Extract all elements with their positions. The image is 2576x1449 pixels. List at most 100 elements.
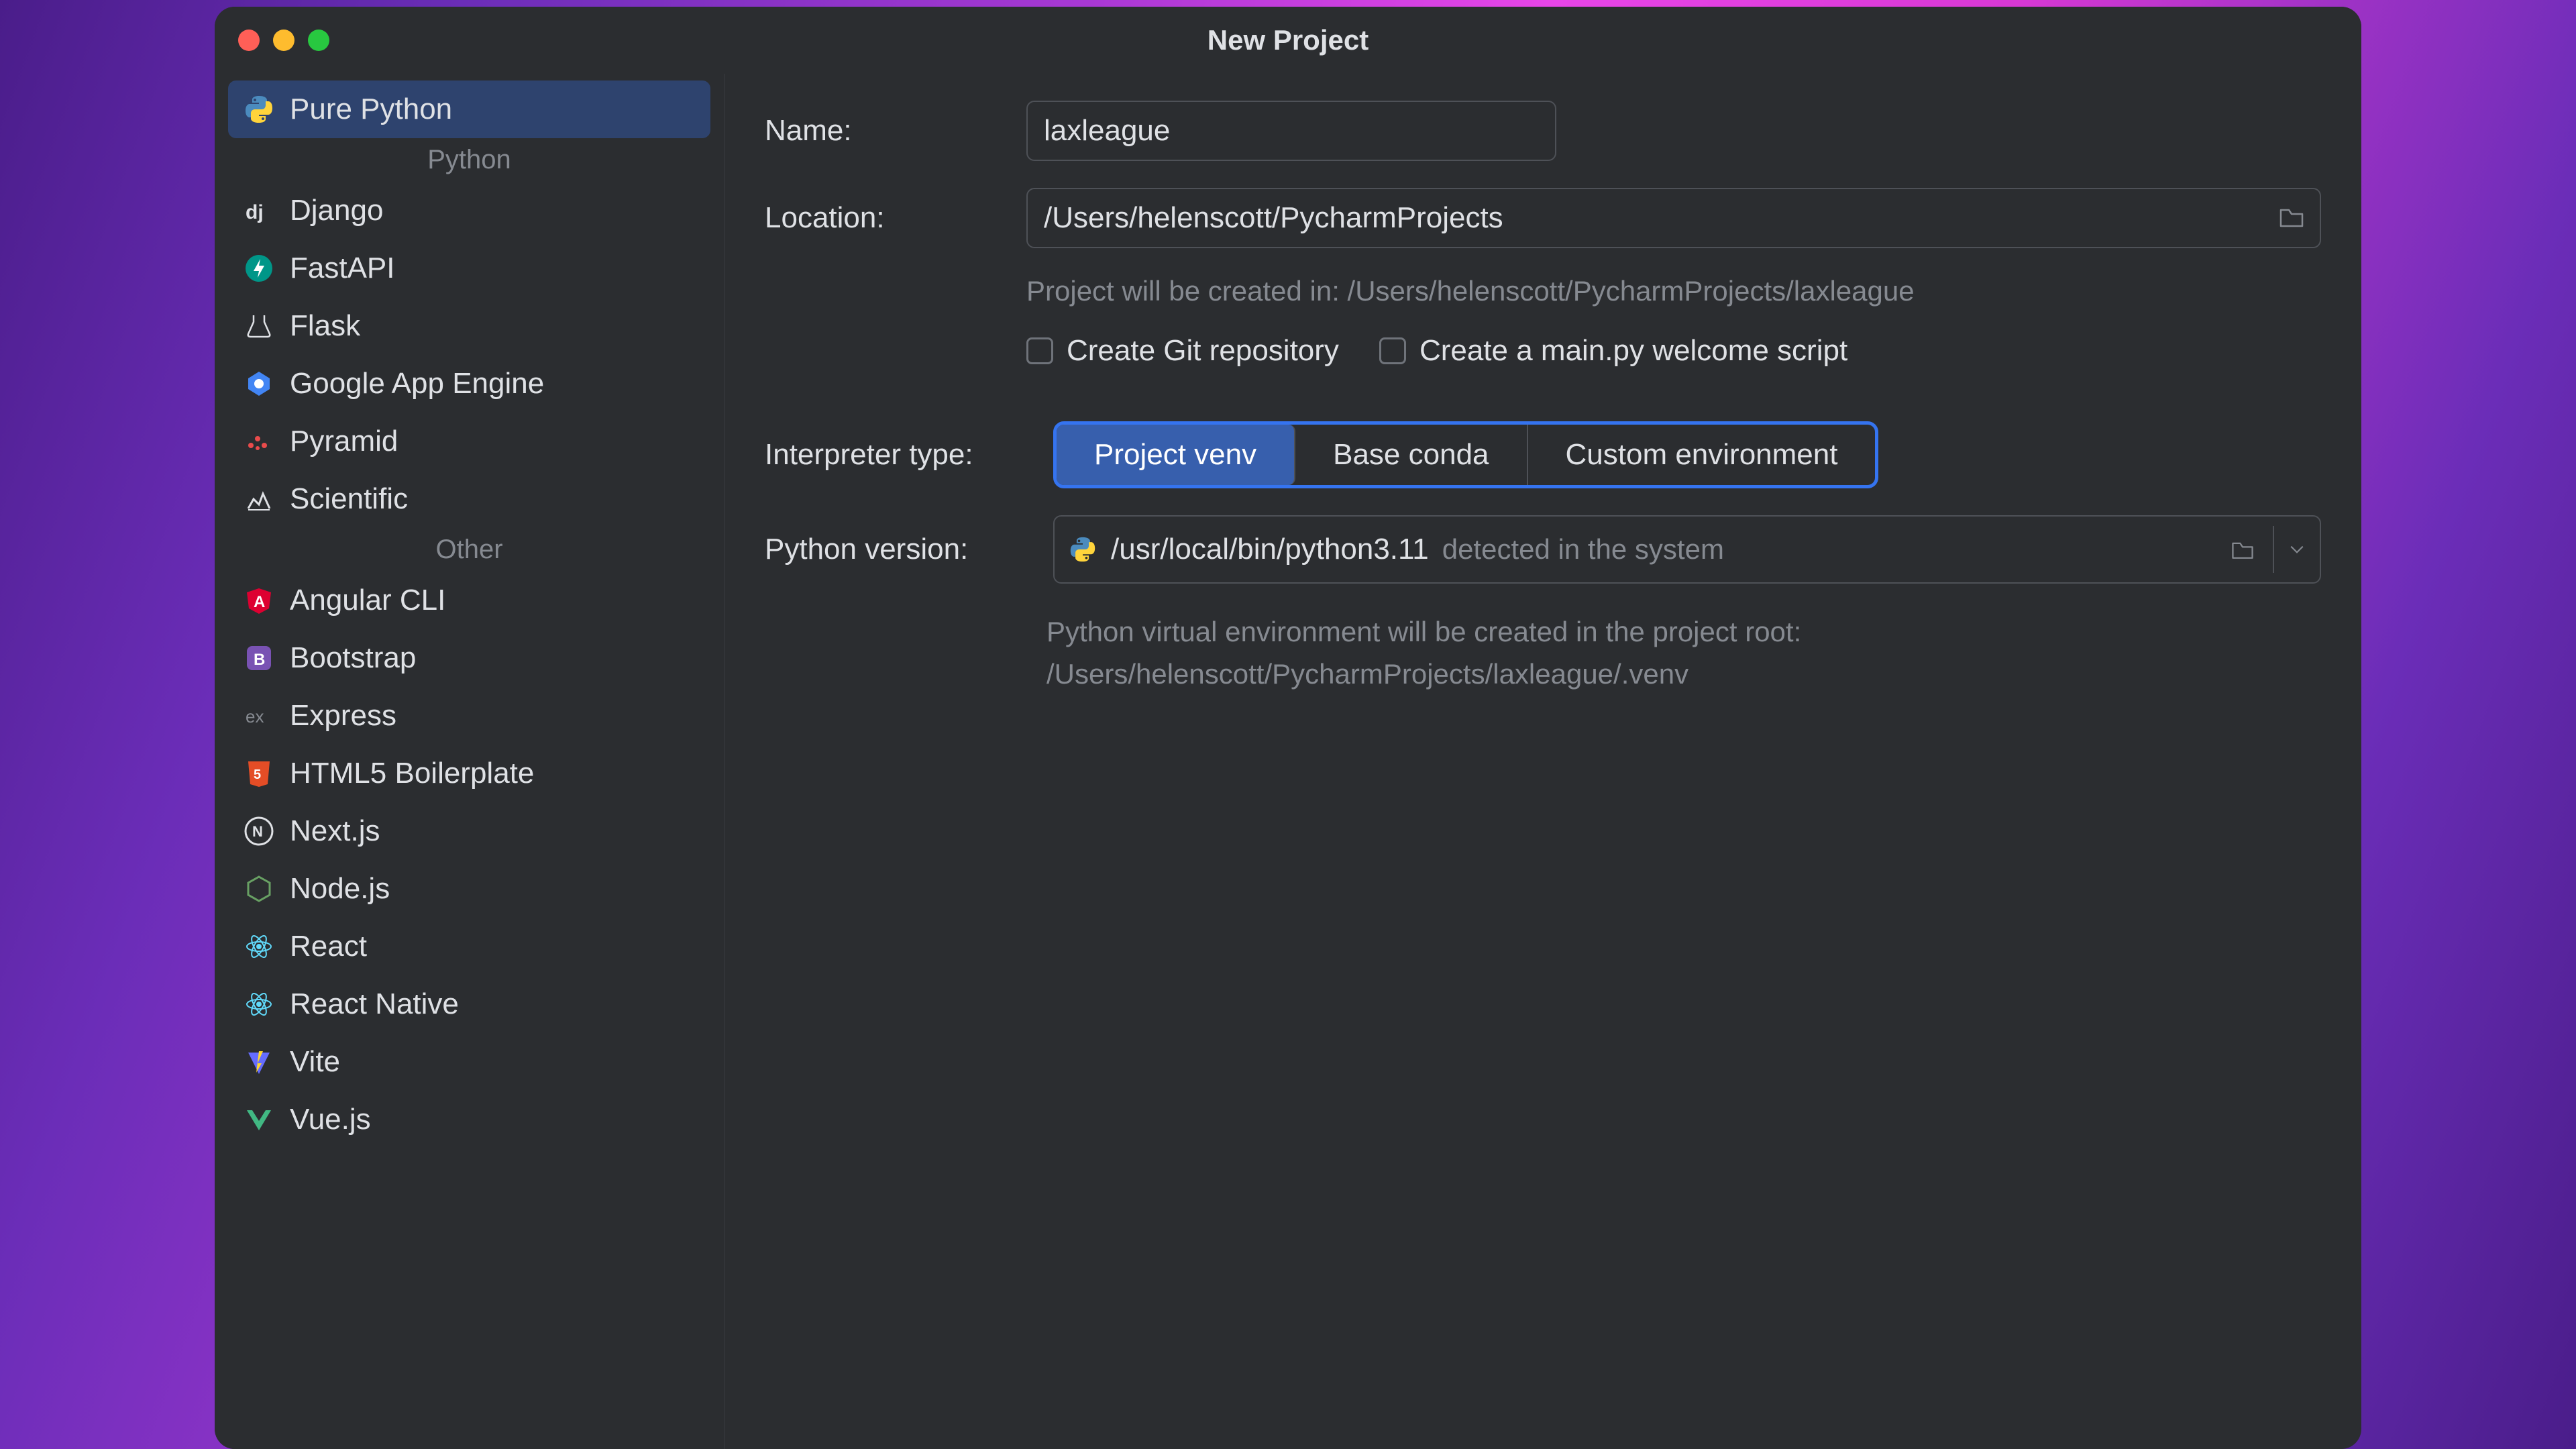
python-version-hint: detected in the system [1442, 533, 2206, 566]
venv-hint-line2: /Users/helenscott/PycharmProjects/laxlea… [1046, 653, 2321, 695]
segment-custom-env[interactable]: Custom environment [1528, 425, 1876, 485]
sidebar-item-label: Angular CLI [290, 584, 445, 617]
nextjs-icon: N [244, 816, 274, 846]
sidebar-item-angular[interactable]: A Angular CLI [228, 572, 710, 629]
python-version-row: Python version: /usr/local/bin/python3.1… [765, 515, 2321, 584]
sidebar-item-label: Pyramid [290, 425, 398, 458]
sidebar-item-label: Pure Python [290, 93, 452, 126]
sidebar-group-header-other: Other [228, 528, 710, 572]
sidebar-item-pyramid[interactable]: Pyramid [228, 413, 710, 470]
sidebar-item-label: Google App Engine [290, 367, 544, 400]
python-version-select[interactable]: /usr/local/bin/python3.11 detected in th… [1053, 515, 2321, 584]
svg-text:5: 5 [254, 767, 261, 782]
name-label: Name: [765, 114, 1006, 148]
sidebar-item-label: Next.js [290, 814, 380, 848]
vue-icon [244, 1105, 274, 1134]
html5-icon: 5 [244, 759, 274, 788]
sidebar-item-vite[interactable]: Vite [228, 1033, 710, 1091]
dialog-content: Pure Python Python dj Django FastAPI F [215, 74, 2361, 1449]
flask-icon [244, 311, 274, 341]
folder-browse-icon[interactable] [2219, 526, 2266, 573]
project-type-sidebar: Pure Python Python dj Django FastAPI F [215, 74, 724, 1449]
gae-icon [244, 369, 274, 398]
git-checkbox-label: Create Git repository [1067, 334, 1339, 368]
sidebar-item-label: HTML5 Boilerplate [290, 757, 534, 790]
sidebar-item-scientific[interactable]: Scientific [228, 470, 710, 528]
python-icon [244, 95, 274, 124]
minimize-window-button[interactable] [273, 30, 294, 51]
sidebar-item-nextjs[interactable]: N Next.js [228, 802, 710, 860]
mainpy-checkbox-label: Create a main.py welcome script [1419, 334, 1847, 368]
venv-hint: Python virtual environment will be creat… [1046, 610, 2321, 695]
new-project-dialog: New Project Pure Python Python dj Django [215, 7, 2361, 1449]
sidebar-item-fastapi[interactable]: FastAPI [228, 239, 710, 297]
python-icon [1068, 535, 1097, 564]
git-checkbox[interactable] [1026, 337, 1053, 364]
express-icon: ex [244, 701, 274, 731]
sidebar-item-label: Scientific [290, 482, 408, 516]
pyramid-icon [244, 427, 274, 456]
sidebar-item-label: Flask [290, 309, 360, 343]
react-icon [244, 989, 274, 1019]
mainpy-checkbox-wrap[interactable]: Create a main.py welcome script [1379, 334, 1847, 368]
interpreter-segmented: Project venv Base conda Custom environme… [1053, 421, 1878, 488]
close-window-button[interactable] [238, 30, 260, 51]
python-version-value: /usr/local/bin/python3.11 [1111, 533, 1429, 566]
sidebar-item-vue[interactable]: Vue.js [228, 1091, 710, 1148]
sidebar-item-bootstrap[interactable]: B Bootstrap [228, 629, 710, 687]
svg-text:N: N [252, 823, 263, 840]
location-row: Location: [765, 188, 2321, 248]
segment-base-conda[interactable]: Base conda [1295, 425, 1527, 485]
location-input[interactable] [1028, 189, 2277, 247]
vite-icon [244, 1047, 274, 1077]
venv-hint-line1: Python virtual environment will be creat… [1046, 610, 2321, 653]
django-icon: dj [244, 196, 274, 225]
interpreter-label: Interpreter type: [765, 438, 1033, 472]
sidebar-item-react-native[interactable]: React Native [228, 975, 710, 1033]
checkbox-row: Create Git repository Create a main.py w… [1026, 334, 2321, 368]
nodejs-icon [244, 874, 274, 904]
svg-text:dj: dj [246, 201, 264, 223]
sidebar-item-label: Vue.js [290, 1103, 371, 1136]
sidebar-item-label: Node.js [290, 872, 390, 906]
svg-text:ex: ex [246, 706, 264, 727]
sidebar-item-label: Django [290, 194, 383, 227]
location-label: Location: [765, 201, 1006, 235]
fastapi-icon [244, 254, 274, 283]
sidebar-item-flask[interactable]: Flask [228, 297, 710, 355]
sidebar-item-pure-python[interactable]: Pure Python [228, 80, 710, 138]
sidebar-item-html5[interactable]: 5 HTML5 Boilerplate [228, 745, 710, 802]
sidebar-item-label: React Native [290, 987, 459, 1021]
sidebar-group-header-python: Python [228, 138, 710, 182]
traffic-lights [215, 30, 329, 51]
bootstrap-icon: B [244, 643, 274, 673]
sidebar-item-label: Bootstrap [290, 641, 416, 675]
svg-text:A: A [254, 593, 265, 611]
interpreter-row: Interpreter type: Project venv Base cond… [765, 421, 2321, 488]
sidebar-item-label: React [290, 930, 367, 963]
python-version-label: Python version: [765, 533, 1033, 566]
segment-project-venv[interactable]: Project venv [1057, 425, 1295, 485]
maximize-window-button[interactable] [308, 30, 329, 51]
folder-browse-icon[interactable] [2277, 202, 2306, 235]
location-input-wrap [1026, 188, 2321, 248]
window-title: New Project [1208, 24, 1368, 56]
sidebar-item-nodejs[interactable]: Node.js [228, 860, 710, 918]
sidebar-item-react[interactable]: React [228, 918, 710, 975]
scientific-icon [244, 484, 274, 514]
sidebar-item-label: Vite [290, 1045, 340, 1079]
react-icon [244, 932, 274, 961]
location-hint: Project will be created in: /Users/helen… [1026, 275, 2321, 307]
sidebar-item-gae[interactable]: Google App Engine [228, 355, 710, 413]
sidebar-item-label: Express [290, 699, 396, 733]
sidebar-item-django[interactable]: dj Django [228, 182, 710, 239]
chevron-down-icon[interactable] [2273, 526, 2320, 573]
name-row: Name: [765, 101, 2321, 161]
angular-icon: A [244, 586, 274, 615]
sidebar-item-label: FastAPI [290, 252, 395, 285]
sidebar-item-express[interactable]: ex Express [228, 687, 710, 745]
name-input[interactable] [1026, 101, 1556, 161]
git-checkbox-wrap[interactable]: Create Git repository [1026, 334, 1339, 368]
mainpy-checkbox[interactable] [1379, 337, 1406, 364]
svg-text:B: B [254, 651, 265, 669]
